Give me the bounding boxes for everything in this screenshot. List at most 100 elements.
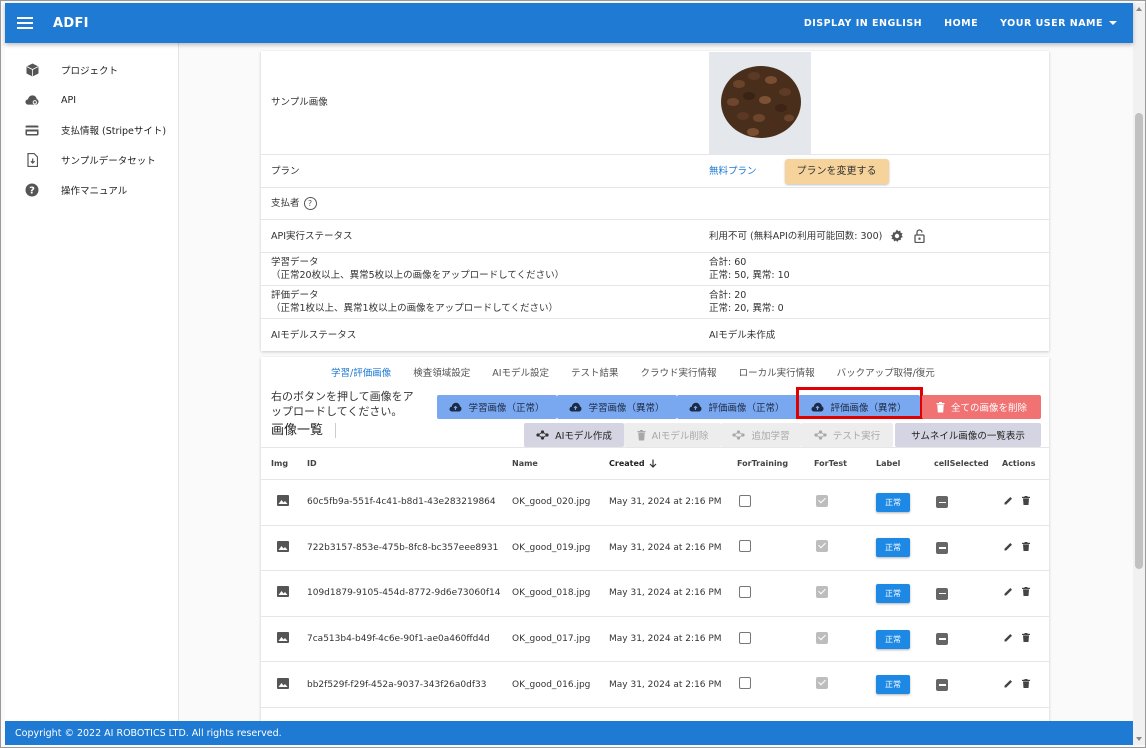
tab-train-eval-images[interactable]: 学習/評価画像 (331, 365, 391, 379)
edit-icon[interactable] (1004, 679, 1013, 688)
app-title[interactable]: ADFI (53, 16, 89, 31)
header-created[interactable]: Created (609, 447, 737, 480)
header-img[interactable]: Img (261, 447, 307, 480)
scroll-up-icon[interactable] (1136, 7, 1142, 11)
scrollbar-thumb[interactable] (1135, 113, 1143, 569)
label-chip[interactable]: 正常 (876, 629, 910, 649)
delete-icon[interactable] (1021, 678, 1030, 688)
sidebar-item-manual[interactable]: ? 操作マニュアル (5, 175, 178, 205)
upload-train-normal-button[interactable]: 学習画像（正常） (437, 395, 557, 419)
for-test-checkbox[interactable] (816, 494, 828, 507)
tab-inspection-area[interactable]: 検査領域設定 (413, 365, 470, 379)
for-training-checkbox[interactable] (739, 540, 751, 553)
delete-icon[interactable] (1021, 587, 1030, 597)
sidebar: プロジェクト API 支払情報 (Stripeサイト) サンプルデータセット ?… (5, 43, 179, 723)
user-name: YOUR USER NAME (1000, 17, 1103, 29)
for-test-checkbox[interactable] (816, 677, 828, 690)
run-test-button[interactable]: テスト実行 (801, 423, 893, 447)
image-icon[interactable] (277, 540, 289, 552)
edit-icon[interactable] (1004, 633, 1013, 642)
tab-model-settings[interactable]: AIモデル設定 (492, 365, 549, 379)
header-for-training[interactable]: ForTraining (737, 447, 814, 480)
plan-link[interactable]: 無料プラン (709, 165, 757, 178)
cloud-upload-icon (811, 402, 824, 412)
project-info-card: サンプル画像 プラン 無料プラン プランを変更する 支払者 ? API実行ステー… (261, 51, 1049, 351)
tab-test-results[interactable]: テスト結果 (571, 365, 619, 379)
indeterminate-checkbox[interactable] (936, 678, 948, 691)
help-circle-icon[interactable]: ? (303, 197, 317, 210)
sidebar-item-sample-dataset[interactable]: サンプルデータセット (5, 145, 178, 175)
row-created: May 31, 2024 at 2:16 PM (609, 661, 737, 708)
for-training-checkbox[interactable] (739, 585, 751, 598)
upload-eval-normal-button[interactable]: 評価画像（正常） (677, 395, 797, 419)
tab-local-execution[interactable]: ローカル実行情報 (739, 365, 815, 379)
for-test-checkbox[interactable] (816, 585, 828, 598)
table-row[interactable]: 109d1879-9105-454d-8772-9d6e73060f14 OK_… (261, 570, 1049, 617)
for-test-checkbox[interactable] (816, 631, 828, 644)
hamburger-menu-icon[interactable] (17, 17, 33, 29)
thumbnail-list-button[interactable]: サムネイル画像の一覧表示 (895, 423, 1041, 447)
label-chip[interactable]: 正常 (876, 583, 910, 603)
upload-train-abnormal-button[interactable]: 学習画像（異常） (557, 395, 677, 419)
table-row[interactable]: 7ca513b4-b49f-4c6e-90f1-ae0a460ffd4d OK_… (261, 616, 1049, 663)
for-training-checkbox[interactable] (739, 677, 751, 690)
scroll-down-icon[interactable] (1136, 737, 1142, 741)
label-chip[interactable]: 正常 (876, 675, 910, 695)
row-name: OK_good_016.jpg (512, 661, 609, 708)
header-label[interactable]: Label (876, 447, 934, 480)
train-data-detail: 正常: 50, 異常: 10 (709, 270, 790, 281)
for-test-checkbox[interactable] (816, 540, 828, 553)
table-row[interactable]: bb2f529f-f29f-452a-9037-343f26a0df33 OK_… (261, 661, 1049, 708)
cloud-gear-icon (25, 93, 39, 107)
for-training-checkbox[interactable] (739, 494, 751, 507)
eval-data-hint: （正常1枚以上、異常1枚以上の画像をアップロードしてください） (271, 303, 559, 314)
user-menu-button[interactable]: YOUR USER NAME (1000, 18, 1117, 29)
sidebar-item-payment[interactable]: 支払情報 (Stripeサイト) (5, 115, 178, 145)
cube-icon (25, 63, 39, 77)
page-scrollbar[interactable] (1133, 3, 1145, 745)
header-for-test[interactable]: ForTest (814, 447, 876, 480)
delete-model-button[interactable]: AIモデル削除 (624, 423, 721, 447)
help-icon: ? (25, 183, 39, 197)
label-chip[interactable]: 正常 (876, 538, 910, 558)
image-icon[interactable] (277, 495, 289, 507)
delete-icon[interactable] (1021, 541, 1030, 551)
sidebar-item-project[interactable]: プロジェクト (5, 55, 178, 85)
edit-icon[interactable] (1004, 542, 1013, 551)
tab-backup-restore[interactable]: バックアップ取得/復元 (837, 365, 935, 379)
image-list-title: 画像一覧 (271, 423, 337, 438)
home-button[interactable]: HOME (944, 18, 978, 29)
indeterminate-checkbox[interactable] (936, 633, 948, 646)
image-icon[interactable] (277, 632, 289, 644)
image-icon[interactable] (277, 586, 289, 598)
payer-label: 支払者 (271, 198, 300, 209)
indeterminate-checkbox[interactable] (936, 496, 948, 509)
table-row[interactable]: 722b3157-853e-475b-8fc8-bc357eee8931 OK_… (261, 525, 1049, 572)
gear-icon[interactable] (890, 229, 904, 243)
delete-icon[interactable] (1021, 633, 1030, 643)
additional-training-button[interactable]: 追加学習 (721, 423, 801, 447)
header-cell-selected[interactable]: cellSelected (934, 447, 1002, 480)
label-chip[interactable]: 正常 (876, 492, 910, 512)
create-model-label: AIモデル作成 (555, 431, 612, 442)
indeterminate-checkbox[interactable] (936, 542, 948, 555)
image-icon[interactable] (277, 677, 289, 689)
tab-cloud-execution[interactable]: クラウド実行情報 (641, 365, 717, 379)
upload-eval-abnormal-button[interactable]: 評価画像（異常） (798, 395, 920, 419)
indeterminate-checkbox[interactable] (936, 587, 948, 600)
header-id[interactable]: ID (307, 447, 512, 480)
delete-icon[interactable] (1021, 496, 1030, 506)
edit-icon[interactable] (1004, 587, 1013, 596)
header-name[interactable]: Name (512, 447, 609, 480)
create-model-button[interactable]: AIモデル作成 (524, 423, 624, 447)
change-plan-button[interactable]: プランを変更する (784, 158, 889, 184)
cloud-upload-icon (449, 402, 462, 412)
delete-all-images-button[interactable]: 全ての画像を削除 (922, 395, 1041, 419)
display-english-button[interactable]: DISPLAY IN ENGLISH (804, 18, 922, 29)
lock-open-icon[interactable] (914, 229, 925, 243)
sidebar-item-api[interactable]: API (5, 85, 178, 115)
table-row[interactable]: 60c5fb9a-551f-4c41-b8d1-43e283219864 OK_… (261, 479, 1049, 526)
edit-icon[interactable] (1004, 496, 1013, 505)
table-header-row: Img ID Name Created ForTraining ForTest … (261, 447, 1049, 480)
for-training-checkbox[interactable] (739, 631, 751, 644)
